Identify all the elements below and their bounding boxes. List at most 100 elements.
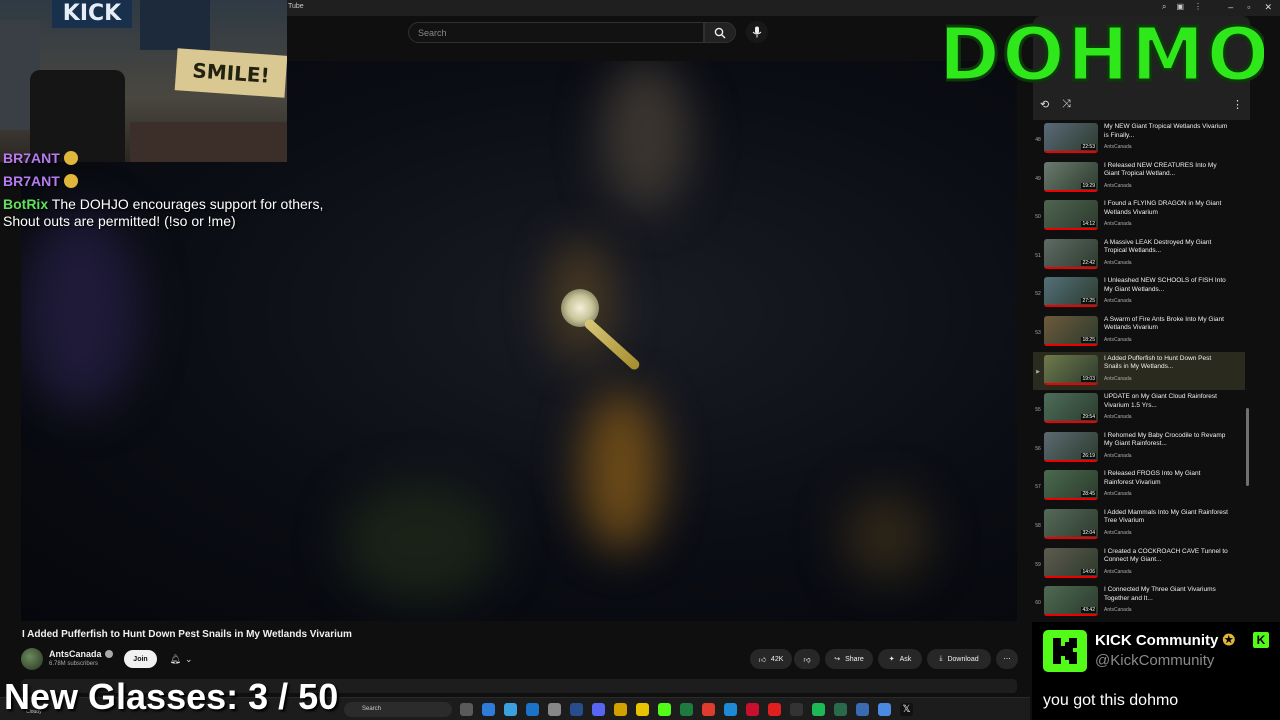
download-icon: ⤓	[939, 655, 943, 662]
playlist-thumbnail[interactable]: 18:25	[1044, 315, 1098, 346]
playlist-item-title[interactable]: My NEW Giant Tropical Wetlands Vivarium …	[1104, 123, 1228, 142]
playlist-thumbnail[interactable]: 22:42	[1044, 238, 1098, 269]
join-button[interactable]: Join	[124, 650, 157, 668]
playlist-scrollbar[interactable]	[1246, 408, 1249, 486]
more-actions-button[interactable]: ⋯	[996, 649, 1018, 669]
playlist-item[interactable]: 53 18:25 A Swarm of Fire Ants Broke Into M…	[1033, 313, 1245, 352]
playlist-item[interactable]: 51 22:42 A Massive LEAK Destroyed My Giant…	[1033, 236, 1245, 275]
playlist-item-title[interactable]: I Added Mammals Into My Giant Rainforest…	[1104, 509, 1228, 528]
channel-name[interactable]: AntsCanada	[49, 649, 113, 659]
taskbar-search[interactable]: Search	[344, 702, 452, 717]
channel-avatar[interactable]	[21, 648, 43, 670]
app-icon[interactable]	[482, 703, 495, 716]
playlist-item-title[interactable]: A Massive LEAK Destroyed My Giant Tropic…	[1104, 239, 1228, 258]
task-view-icon[interactable]	[460, 703, 473, 716]
opera-icon[interactable]	[746, 703, 759, 716]
playlist-item[interactable]: 49 19:29 I Released NEW CREATURES Into My …	[1033, 159, 1245, 198]
playlist-item[interactable]: 57 28:45 I Released FROGS Into My Giant Ra…	[1033, 467, 1245, 506]
app-icon[interactable]	[636, 703, 649, 716]
playlist-item-channel: AntsCanada	[1104, 414, 1132, 421]
playlist-thumbnail[interactable]: 22:53	[1044, 123, 1098, 153]
share-label: Share	[845, 655, 864, 663]
playlist-index: 53	[1035, 329, 1041, 336]
playlist-thumbnail[interactable]: 27:25	[1044, 277, 1098, 308]
playlist-item-title[interactable]: I Released FROGS Into My Giant Rainfores…	[1104, 470, 1228, 489]
playlist-item[interactable]: 59 14:06 I Created a COCKROACH CAVE Tunnel…	[1033, 545, 1245, 584]
thumbs-down-icon: 👎︎	[803, 656, 811, 664]
webcam-smile-sign: SMILE!	[174, 48, 287, 98]
playlist-thumbnail[interactable]: 26:19	[1044, 431, 1098, 462]
video-duration: 43:42	[1081, 607, 1096, 614]
app-icon[interactable]	[504, 703, 517, 716]
thumbs-up-icon: 👍︎	[758, 656, 766, 664]
playlist-item-title[interactable]: I Found a FLYING DRAGON in My Giant Wetl…	[1104, 200, 1228, 219]
app-icon[interactable]	[878, 703, 891, 716]
playlist-item[interactable]: 55 29:54 UPDATE on My Giant Cloud Rainfore…	[1033, 390, 1245, 429]
playlist-item[interactable]: ▶ 19:03 I Added Pufferfish to Hunt Down Pe…	[1033, 351, 1245, 391]
watch-progress-bar	[1044, 536, 1098, 539]
playlist-item-channel: AntsCanada	[1104, 298, 1132, 305]
playlist-thumbnail[interactable]: 32:04	[1044, 508, 1098, 539]
playlist-item-title[interactable]: I Created a COCKROACH CAVE Tunnel to Con…	[1104, 548, 1228, 567]
verified-icon	[104, 650, 113, 658]
channel-name-text[interactable]: AntsCanada	[49, 649, 102, 659]
search-input[interactable]	[409, 23, 703, 43]
playlist-thumbnail[interactable]: 29:54	[1044, 393, 1098, 424]
x-app-icon[interactable]: 𝕏	[900, 703, 913, 716]
playlist-thumbnail[interactable]: 28:45	[1044, 470, 1098, 501]
discord-icon[interactable]	[592, 703, 605, 716]
playlist-index: 58	[1035, 522, 1041, 529]
video-duration: 14:12	[1081, 221, 1096, 228]
kick-app-icon[interactable]	[658, 703, 671, 716]
folder-icon[interactable]	[614, 703, 627, 716]
playlist-thumbnail[interactable]: 19:03	[1044, 354, 1098, 385]
playlist-item[interactable]: 50 14:12 I Found a FLYING DRAGON in My Gia…	[1033, 197, 1245, 236]
sparkle-icon: ✦	[888, 656, 895, 663]
dohmo-logo: DOHMO	[946, 11, 1264, 100]
app-icon[interactable]	[548, 703, 561, 716]
search-button[interactable]	[704, 22, 736, 43]
app-icon[interactable]	[834, 703, 847, 716]
spotify-icon[interactable]	[812, 703, 825, 716]
like-button[interactable]: 👍︎ 42K	[750, 649, 792, 669]
playlist-item[interactable]: 52 27:25 I Unleashed NEW SCHOOLS of FISH I…	[1033, 274, 1245, 313]
excel-icon[interactable]	[680, 703, 693, 716]
playlist-item[interactable]: 58 32:04 I Added Mammals Into My Giant Rai…	[1033, 506, 1245, 545]
playlist-item-info: A Massive LEAK Destroyed My Giant Tropic…	[1104, 239, 1228, 266]
playlist-thumbnail[interactable]: 19:29	[1044, 161, 1098, 192]
playlist-item[interactable]: 48 22:53 My NEW Giant Tropical Wetlands Vi…	[1033, 120, 1245, 159]
playlist-item-title[interactable]: I Unleashed NEW SCHOOLS of FISH Into My …	[1104, 277, 1228, 296]
notifications-button[interactable]: 🔔︎ ⌄	[162, 650, 200, 668]
close-icon[interactable]: ✕	[1264, 2, 1272, 13]
playlist-thumbnail[interactable]: 14:12	[1044, 200, 1098, 231]
playlist-item-title[interactable]: I Added Pufferfish to Hunt Down Pest Sna…	[1104, 355, 1228, 374]
ask-button[interactable]: ✦ Ask	[878, 649, 922, 669]
watch-progress-bar	[1044, 498, 1098, 501]
edge-icon[interactable]	[724, 703, 737, 716]
youtube-icon[interactable]	[768, 703, 781, 716]
playlist-item-title[interactable]: I Connected My Three Giant Vivariums Tog…	[1104, 586, 1228, 605]
video-duration: 22:42	[1081, 259, 1096, 266]
playlist-item[interactable]: 60 43:42 I Connected My Three Giant Vivari…	[1033, 583, 1245, 620]
playlist-item-info: I Added Mammals Into My Giant Rainforest…	[1104, 509, 1228, 536]
playlist-index: 59	[1035, 561, 1041, 568]
app-icon[interactable]	[856, 703, 869, 716]
playlist-thumbnail[interactable]: 43:42	[1044, 586, 1098, 617]
playlist-item-channel: AntsCanada	[1104, 452, 1132, 459]
playlist-item-title[interactable]: I Released NEW CREATURES Into My Giant T…	[1104, 162, 1228, 181]
app-icon[interactable]	[526, 703, 539, 716]
dislike-button[interactable]: 👎︎	[794, 649, 820, 669]
playlist-item-title[interactable]: UPDATE on My Giant Cloud Rainforest Viva…	[1104, 393, 1228, 412]
playlist-item-title[interactable]: I Rehomed My Baby Crocodile to Revamp My…	[1104, 432, 1228, 451]
download-button[interactable]: ⤓ Download	[927, 649, 991, 669]
obs-icon[interactable]	[790, 703, 803, 716]
playlist-item-title[interactable]: A Swarm of Fire Ants Broke Into My Giant…	[1104, 316, 1228, 335]
app-icon[interactable]	[702, 703, 715, 716]
steam-icon[interactable]	[570, 703, 583, 716]
playlist-item[interactable]: 56 26:19 I Rehomed My Baby Crocodile to Re…	[1033, 429, 1245, 468]
share-button[interactable]: ↪ Share	[825, 649, 873, 669]
playlist-thumbnail[interactable]: 14:06	[1044, 547, 1098, 578]
voice-search-button[interactable]	[746, 21, 768, 43]
search-box[interactable]	[408, 22, 704, 43]
playlist-item-channel: AntsCanada	[1104, 375, 1132, 382]
